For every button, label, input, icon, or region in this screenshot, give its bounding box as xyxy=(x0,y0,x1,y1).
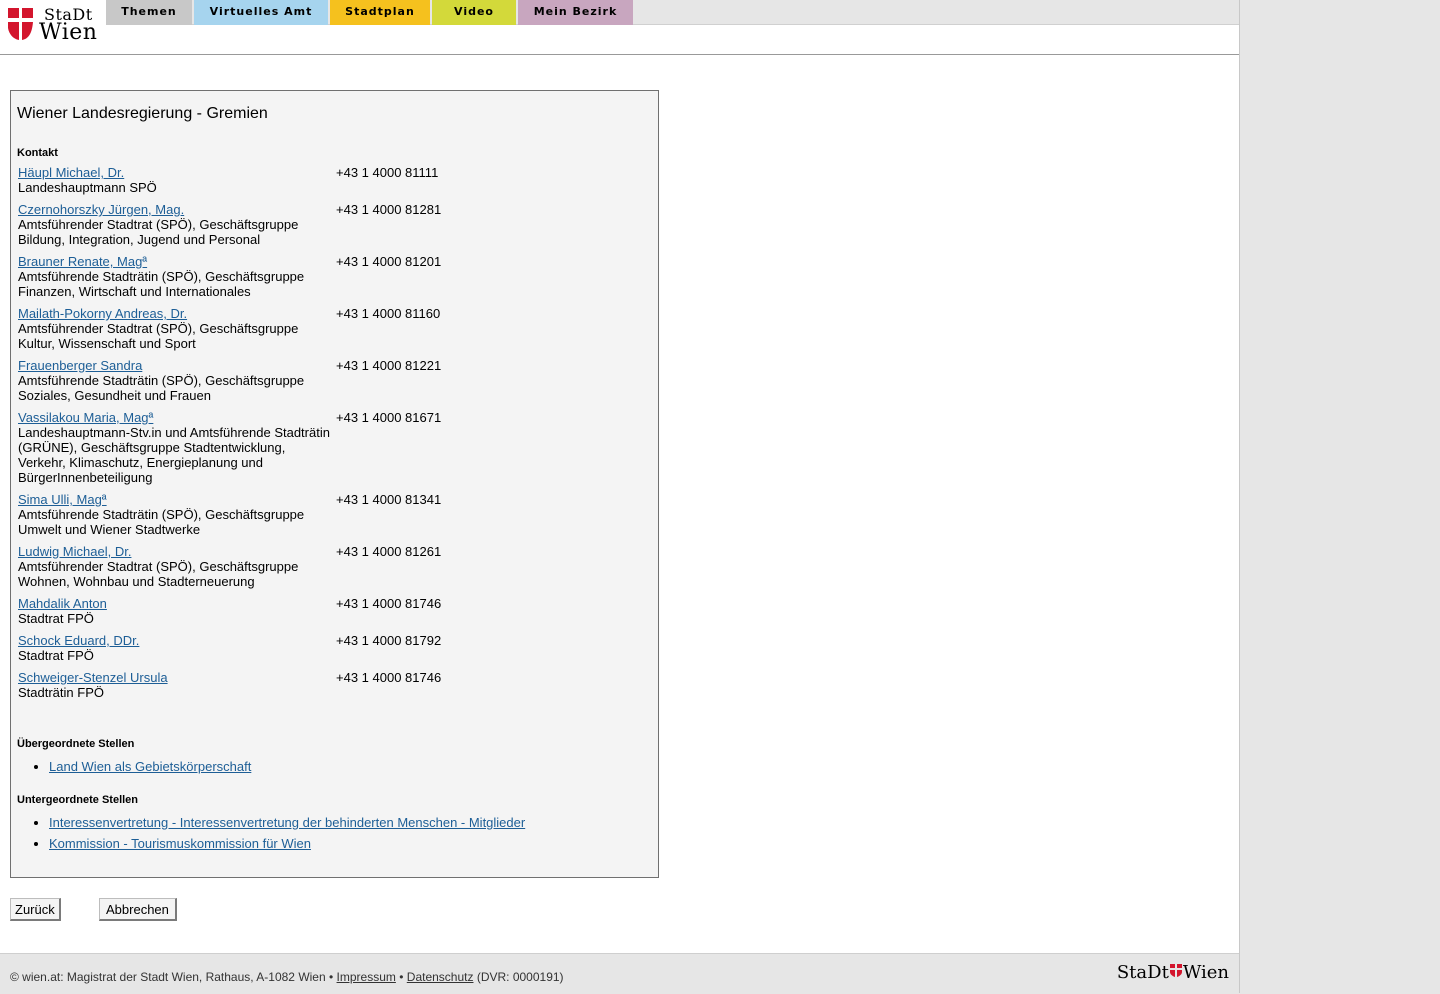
parent-unit-link[interactable]: Land Wien als Gebietskörperschaft xyxy=(49,759,251,774)
contact-name-link[interactable]: Mahdalik Anton xyxy=(18,596,107,611)
contact-role: Amtsführender Stadtrat (SPÖ), Geschäftsg… xyxy=(18,559,299,589)
contact-role: Stadträtin FPÖ xyxy=(18,685,104,700)
tab-themen[interactable]: Themen xyxy=(106,0,192,25)
contact-name-link[interactable]: Vassilakou Maria, Magª xyxy=(18,410,153,425)
tab-virtuelles-amt[interactable]: Virtuelles Amt xyxy=(194,0,328,25)
contact-name-cell: Vassilakou Maria, Magª Landeshauptmann-St… xyxy=(16,410,334,492)
table-row: Sima Ulli, Magª Amtsführende Stadträtin (… xyxy=(16,492,443,544)
contact-name-cell: Mailath-Pokorny Andreas, Dr. Amtsführende… xyxy=(16,306,334,358)
contact-name-link[interactable]: Häupl Michael, Dr. xyxy=(18,165,124,180)
table-row: Czernohorszky Jürgen, Mag. Amtsführender … xyxy=(16,202,443,254)
contact-name-cell: Sima Ulli, Magª Amtsführende Stadträtin (… xyxy=(16,492,334,544)
contact-name-link[interactable]: Ludwig Michael, Dr. xyxy=(18,544,131,559)
contact-name-link[interactable]: Sima Ulli, Magª xyxy=(18,492,107,507)
tab-label: Mein Bezirk xyxy=(533,5,618,18)
page: StaDt Wien Themen Virtuelles Amt Stadtplan… xyxy=(0,0,1240,994)
table-row: Schweiger-Stenzel Ursula Stadträtin FPÖ +4… xyxy=(16,670,443,707)
logo-text-wien: Wien xyxy=(39,20,98,45)
wien-shield-icon xyxy=(1169,964,1182,977)
table-row: Ludwig Michael, Dr. Amtsführender Stadtra… xyxy=(16,544,443,596)
contact-phone: +43 1 4000 81281 xyxy=(336,202,442,217)
contact-role: Landeshauptmann-Stv.in und Amtsführende … xyxy=(18,425,330,485)
contact-phone: +43 1 4000 81160 xyxy=(336,306,441,321)
contact-role: Amtsführende Stadträtin (SPÖ), Geschäfts… xyxy=(18,507,305,537)
contact-name-link[interactable]: Brauner Renate, Magª xyxy=(18,254,147,269)
contact-role: Amtsführende Stadträtin (SPÖ), Geschäfts… xyxy=(18,269,305,299)
contact-name-cell: Schock Eduard, DDr. Stadtrat FPÖ xyxy=(16,633,334,670)
contact-phone: +43 1 4000 81221 xyxy=(336,358,442,373)
contact-name-link[interactable]: Schweiger-Stenzel Ursula xyxy=(18,670,168,685)
contact-name-link[interactable]: Mailath-Pokorny Andreas, Dr. xyxy=(18,306,187,321)
contact-name-cell: Mahdalik Anton Stadtrat FPÖ xyxy=(16,596,334,633)
contact-name-cell: Brauner Renate, Magª Amtsführende Stadträ… xyxy=(16,254,334,306)
contact-name-link[interactable]: Schock Eduard, DDr. xyxy=(18,633,139,648)
child-units-heading: Untergeordnete Stellen xyxy=(17,794,139,806)
table-row: Brauner Renate, Magª Amtsführende Stadträ… xyxy=(16,254,443,306)
contact-phone: +43 1 4000 81201 xyxy=(336,254,442,269)
child-unit-link[interactable]: Interessenvertretung - Interessenvertret… xyxy=(49,815,525,830)
stadt-wien-logo[interactable]: StaDt Wien xyxy=(6,5,102,45)
table-row: Vassilakou Maria, Magª Landeshauptmann-St… xyxy=(16,410,443,492)
parent-units-list: Land Wien als Gebietskörperschaft xyxy=(15,759,251,780)
tab-label: Video xyxy=(454,5,494,18)
contact-role: Stadtrat FPÖ xyxy=(18,648,94,663)
contact-role: Amtsführender Stadtrat (SPÖ), Geschäftsg… xyxy=(18,321,299,351)
tab-video[interactable]: Video xyxy=(432,0,516,25)
table-row: Mahdalik Anton Stadtrat FPÖ +43 1 4000 817… xyxy=(16,596,443,633)
site-footer: © wien.at: Magistrat der Stadt Wien, Rat… xyxy=(0,953,1239,994)
tab-label: Themen xyxy=(121,5,177,18)
contact-phone: +43 1 4000 81746 xyxy=(336,670,442,685)
table-row: Frauenberger Sandra Amtsführende Stadträt… xyxy=(16,358,443,410)
footer-separator: • xyxy=(399,970,404,984)
footer-logo-wien: Wien xyxy=(1182,962,1229,983)
cancel-button[interactable]: Abbrechen xyxy=(99,898,177,921)
contact-phone: +43 1 4000 81341 xyxy=(336,492,442,507)
footer-text: © wien.at: Magistrat der Stadt Wien, Rat… xyxy=(10,970,564,984)
datenschutz-link[interactable]: Datenschutz xyxy=(407,970,474,984)
child-unit-link[interactable]: Kommission - Tourismuskommission für Wie… xyxy=(49,836,311,851)
copyright-text: © wien.at: Magistrat der Stadt Wien, Rat… xyxy=(10,970,334,984)
tab-label: Virtuelles Amt xyxy=(209,5,313,18)
tab-mein-bezirk[interactable]: Mein Bezirk xyxy=(518,0,633,25)
dvr-text: (DVR: 0000191) xyxy=(476,970,564,984)
back-button[interactable]: Zurück xyxy=(10,898,61,921)
contact-heading: Kontakt xyxy=(17,147,58,159)
contact-name-cell: Frauenberger Sandra Amtsführende Stadträt… xyxy=(16,358,334,410)
contact-name-link[interactable]: Frauenberger Sandra xyxy=(18,358,142,373)
contact-name-cell: Czernohorszky Jürgen, Mag. Amtsführender … xyxy=(16,202,334,254)
contact-phone: +43 1 4000 81792 xyxy=(336,633,442,648)
footer-logo-stadt: StaDt xyxy=(1116,962,1169,983)
tab-stadtplan[interactable]: Stadtplan xyxy=(330,0,430,25)
contact-phone: +43 1 4000 81261 xyxy=(336,544,442,559)
contact-phone: +43 1 4000 81671 xyxy=(336,410,442,425)
list-item: Land Wien als Gebietskörperschaft xyxy=(49,759,251,774)
contact-name-cell: Ludwig Michael, Dr. Amtsführender Stadtra… xyxy=(16,544,334,596)
contact-role: Amtsführende Stadträtin (SPÖ), Geschäfts… xyxy=(18,373,305,403)
page-title: Wiener Landesregierung - Gremien xyxy=(17,105,268,122)
contact-role: Amtsführender Stadtrat (SPÖ), Geschäftsg… xyxy=(18,217,299,247)
impressum-link[interactable]: Impressum xyxy=(337,970,396,984)
tab-label: Stadtplan xyxy=(345,5,415,18)
site-header: StaDt Wien Themen Virtuelles Amt Stadtplan… xyxy=(0,0,1239,55)
child-units-list: Interessenvertretung - Interessenvertret… xyxy=(15,815,525,857)
contact-phone: +43 1 4000 81746 xyxy=(336,596,442,611)
table-row: Häupl Michael, Dr. Landeshauptmann SPÖ +43… xyxy=(16,165,443,202)
list-item: Kommission - Tourismuskommission für Wie… xyxy=(49,836,525,851)
contacts-table: Häupl Michael, Dr. Landeshauptmann SPÖ +43… xyxy=(16,165,443,707)
list-item: Interessenvertretung - Interessenvertret… xyxy=(49,815,525,830)
contact-name-cell: Häupl Michael, Dr. Landeshauptmann SPÖ xyxy=(16,165,334,202)
gremien-panel: Wiener Landesregierung - Gremien Kontakt… xyxy=(10,90,659,878)
contact-name-link[interactable]: Czernohorszky Jürgen, Mag. xyxy=(18,202,184,217)
contact-name-cell: Schweiger-Stenzel Ursula Stadträtin FPÖ xyxy=(16,670,334,707)
footer-stadt-wien-logo[interactable]: StaDt Wien xyxy=(1117,962,1229,984)
contact-phone: +43 1 4000 81111 xyxy=(336,165,439,180)
table-row: Schock Eduard, DDr. Stadtrat FPÖ +43 1 400… xyxy=(16,633,443,670)
parent-units-heading: Übergeordnete Stellen xyxy=(17,738,135,750)
table-row: Mailath-Pokorny Andreas, Dr. Amtsführende… xyxy=(16,306,443,358)
contact-role: Stadtrat FPÖ xyxy=(18,611,94,626)
wien-flag-icon xyxy=(8,8,33,40)
contact-role: Landeshauptmann SPÖ xyxy=(18,180,157,195)
